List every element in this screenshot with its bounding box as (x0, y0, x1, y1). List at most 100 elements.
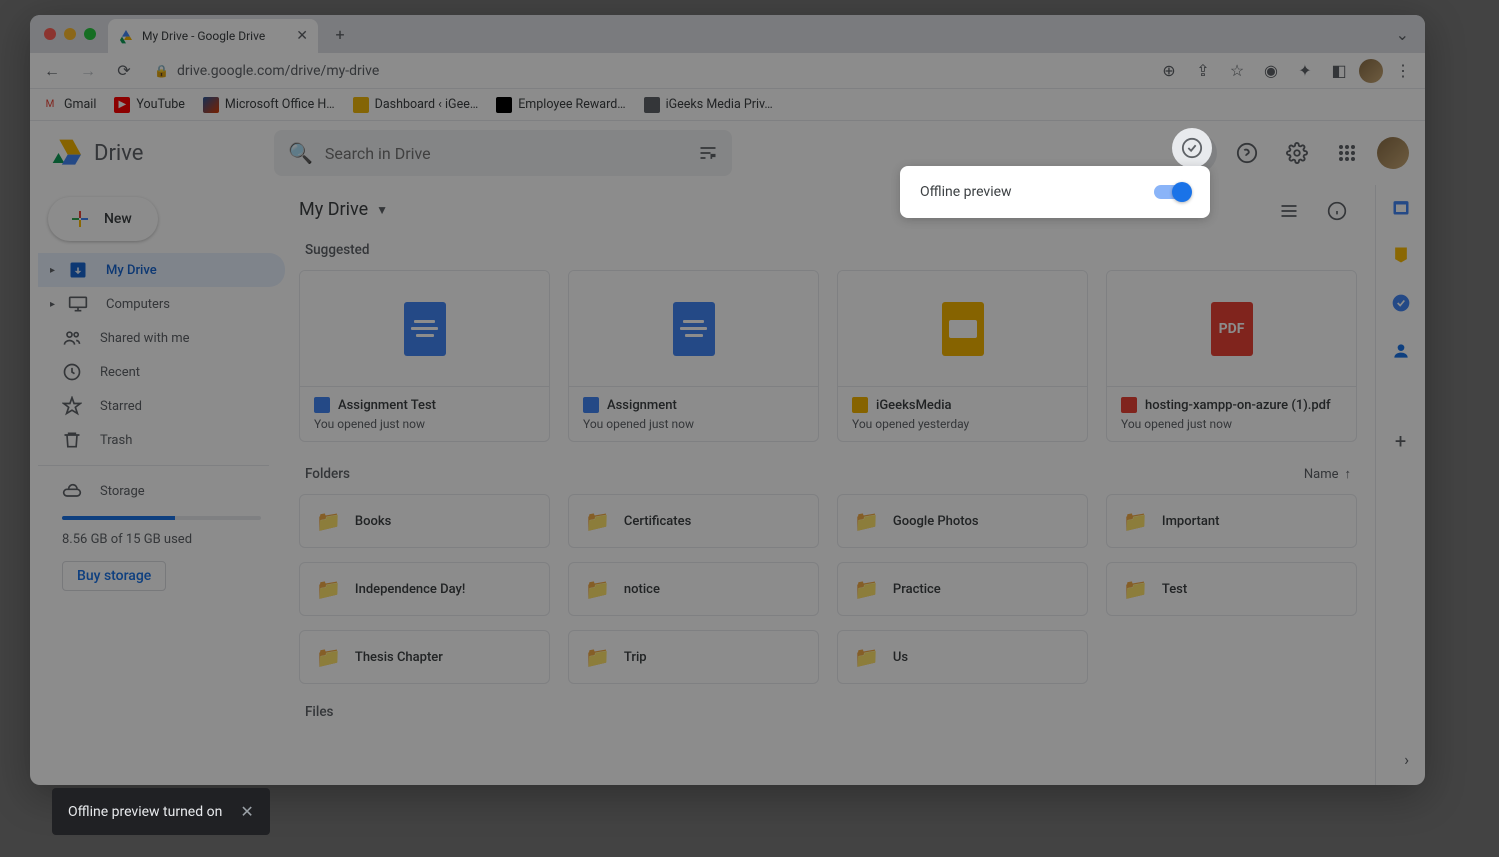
address-bar[interactable]: 🔒 drive.google.com/drive/my-drive (146, 63, 1147, 79)
bookmark-employee[interactable]: Employee Reward… (496, 97, 625, 113)
folder-icon: 📁 (585, 645, 610, 669)
view-controls (1271, 193, 1355, 229)
sidebar-item-storage[interactable]: Storage (38, 474, 285, 508)
suggested-card[interactable]: Assignment TestYou opened just now (299, 270, 550, 442)
tasks-icon[interactable] (1391, 293, 1411, 313)
browser-menu-button[interactable]: ⋮ (1389, 57, 1417, 85)
recent-icon (62, 362, 82, 382)
folder-icon: 📁 (854, 577, 879, 601)
folder-card[interactable]: 📁Test (1106, 562, 1357, 616)
docs-small-icon (583, 397, 599, 413)
sidebar-item-trash[interactable]: Trash (38, 423, 285, 457)
drive-logo[interactable]: Drive (46, 133, 266, 173)
folder-card[interactable]: 📁Us (837, 630, 1088, 684)
sidebar-label: Computers (106, 297, 170, 312)
share-button[interactable]: ⇪ (1189, 57, 1217, 85)
install-app-button[interactable]: ⊕ (1155, 57, 1183, 85)
toast-message: Offline preview turned on (68, 804, 222, 820)
offline-preview-toggle[interactable] (1154, 185, 1190, 199)
search-options-icon[interactable] (698, 143, 718, 163)
suggested-card[interactable]: iGeeksMediaYou opened yesterday (837, 270, 1088, 442)
bookmark-igeeks[interactable]: iGeeks Media Priv… (644, 97, 773, 113)
bookmarks-bar: MGmail ▶YouTube Microsoft Office H… Dash… (30, 89, 1425, 121)
keep-icon[interactable] (1391, 245, 1411, 265)
list-view-button[interactable] (1271, 193, 1307, 229)
chrome-profile-icon[interactable]: ◉ (1257, 57, 1285, 85)
bookmark-gmail[interactable]: MGmail (42, 97, 96, 113)
folder-card[interactable]: 📁Trip (568, 630, 819, 684)
extensions-button[interactable]: ✦ (1291, 57, 1319, 85)
tabs-dropdown-button[interactable]: ⌄ (1396, 25, 1409, 44)
offline-ready-highlight[interactable] (1172, 128, 1212, 168)
sidebar-label: Trash (100, 433, 132, 448)
computers-icon (68, 294, 88, 314)
suggested-card[interactable]: PDF hosting-xampp-on-azure (1).pdfYou op… (1106, 270, 1357, 442)
close-window-button[interactable] (44, 28, 56, 40)
info-button[interactable] (1319, 193, 1355, 229)
folder-grid: 📁Books 📁Certificates 📁Google Photos 📁Imp… (299, 494, 1357, 684)
suggested-card[interactable]: AssignmentYou opened just now (568, 270, 819, 442)
window-controls (44, 28, 96, 40)
header-actions (1177, 133, 1409, 173)
browser-tab[interactable]: My Drive - Google Drive ✕ (108, 19, 318, 53)
contacts-icon[interactable] (1391, 341, 1411, 361)
sidebar-label: Shared with me (100, 331, 190, 346)
folder-card[interactable]: 📁Important (1106, 494, 1357, 548)
folder-card[interactable]: 📁Practice (837, 562, 1088, 616)
docs-icon (404, 302, 446, 356)
sidebar-item-starred[interactable]: Starred (38, 389, 285, 423)
sort-button[interactable]: Name↑ (1304, 466, 1351, 482)
toast-close-button[interactable]: ✕ (240, 802, 253, 821)
toggle-knob (1172, 182, 1192, 202)
sidebar-item-computers[interactable]: ▸ Computers (38, 287, 285, 321)
shared-icon (62, 328, 82, 348)
sidepanel-button[interactable]: ◧ (1325, 57, 1353, 85)
back-button[interactable]: ← (38, 57, 66, 85)
sidebar-label: Starred (100, 399, 142, 414)
folder-card[interactable]: 📁Certificates (568, 494, 819, 548)
folder-icon: 📁 (1123, 509, 1148, 533)
add-on-button[interactable]: + (1395, 429, 1406, 453)
buy-storage-button[interactable]: Buy storage (62, 561, 166, 591)
bookmark-dashboard[interactable]: Dashboard ‹ iGee… (353, 97, 479, 113)
side-panel: + (1375, 185, 1425, 785)
settings-button[interactable] (1277, 133, 1317, 173)
folder-card[interactable]: 📁Thesis Chapter (299, 630, 550, 684)
reload-button[interactable]: ⟳ (110, 57, 138, 85)
bookmark-button[interactable]: ☆ (1223, 57, 1251, 85)
new-tab-button[interactable]: + (326, 20, 354, 48)
search-box[interactable]: 🔍 (274, 130, 732, 176)
new-button[interactable]: New (48, 197, 158, 241)
browser-avatar[interactable] (1359, 59, 1383, 83)
maximize-window-button[interactable] (84, 28, 96, 40)
chevron-right-icon: ▸ (50, 299, 55, 310)
folder-card[interactable]: 📁Google Photos (837, 494, 1088, 548)
sidebar-item-my-drive[interactable]: ▸ My Drive (38, 253, 285, 287)
storage-icon (62, 481, 82, 501)
folder-icon: 📁 (854, 509, 879, 533)
drive-favicon-icon (118, 28, 134, 44)
sidebar-label: Recent (100, 365, 140, 380)
bookmark-youtube[interactable]: ▶YouTube (114, 97, 185, 113)
folders-label: Folders (305, 466, 350, 482)
apps-grid-button[interactable] (1327, 133, 1367, 173)
folder-card[interactable]: 📁Books (299, 494, 550, 548)
sidebar-item-shared[interactable]: Shared with me (38, 321, 285, 355)
search-input[interactable] (325, 144, 686, 163)
calendar-icon[interactable] (1391, 197, 1411, 217)
hide-sidepanel-button[interactable]: › (1404, 750, 1409, 769)
help-button[interactable] (1227, 133, 1267, 173)
chevron-down-icon: ▼ (376, 203, 388, 217)
account-avatar[interactable] (1377, 137, 1409, 169)
drive-logo-icon (46, 133, 86, 173)
bookmark-office[interactable]: Microsoft Office H… (203, 97, 335, 113)
minimize-window-button[interactable] (64, 28, 76, 40)
slides-small-icon (852, 397, 868, 413)
tab-close-button[interactable]: ✕ (296, 28, 308, 44)
drive-header: Drive 🔍 (30, 121, 1425, 185)
folder-card[interactable]: 📁Independence Day! (299, 562, 550, 616)
sidebar-item-recent[interactable]: Recent (38, 355, 285, 389)
folder-card[interactable]: 📁notice (568, 562, 819, 616)
forward-button[interactable]: → (74, 57, 102, 85)
storage-usage-text: 8.56 GB of 15 GB used (38, 528, 285, 551)
